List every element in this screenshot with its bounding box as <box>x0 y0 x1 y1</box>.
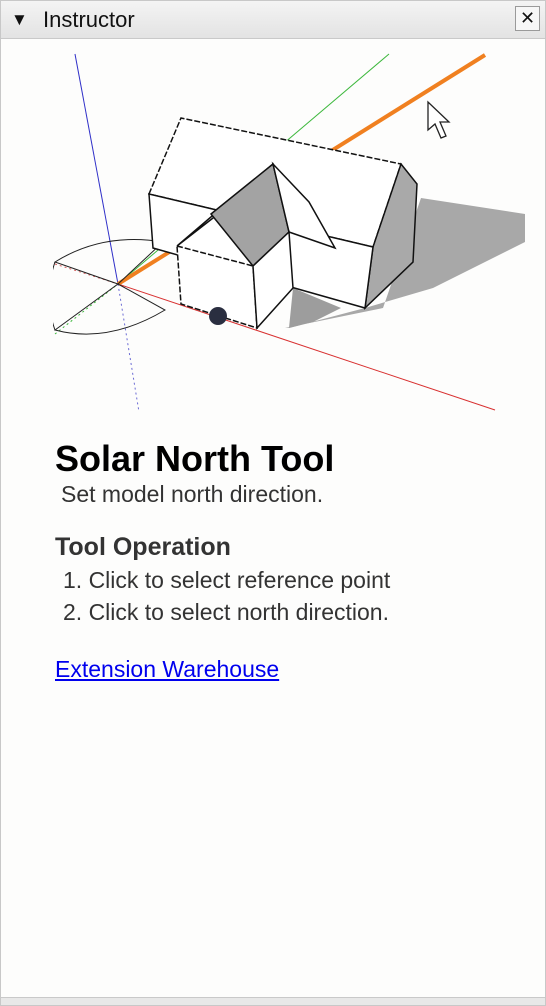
protractor-lower <box>53 283 167 335</box>
tool-info: Solar North Tool Set model north directi… <box>55 438 525 684</box>
tool-title: Solar North Tool <box>55 438 335 479</box>
instructor-panel: ▼ Instructor ✕ Solar North Tool Set mode… <box>0 0 546 1006</box>
blue-axis <box>74 53 119 285</box>
panel-title: Instructor <box>43 7 135 32</box>
close-icon: ✕ <box>519 8 536 28</box>
extension-warehouse-link[interactable]: Extension Warehouse <box>55 654 279 684</box>
reference-point-dot <box>209 307 227 325</box>
solar-north-house-illustration <box>53 53 525 412</box>
operation-steps: 1. Click to select reference point 2. Cl… <box>55 564 525 628</box>
close-button[interactable]: ✕ <box>515 6 540 31</box>
protractor-arc <box>53 261 56 331</box>
blue-axis-dotted <box>117 283 140 412</box>
panel-bottom-edge[interactable] <box>1 997 545 1005</box>
tool-description: Set model north direction. <box>61 481 324 507</box>
tool-operation-heading: Tool Operation <box>55 533 231 561</box>
panel-titlebar[interactable]: ▼ Instructor ✕ <box>1 1 545 39</box>
operation-step: 2. Click to select north direction. <box>63 599 389 625</box>
collapse-triangle-icon[interactable]: ▼ <box>11 10 28 30</box>
mouse-cursor-icon <box>427 100 451 139</box>
operation-step: 1. Click to select reference point <box>63 567 391 593</box>
protractor <box>53 239 165 285</box>
